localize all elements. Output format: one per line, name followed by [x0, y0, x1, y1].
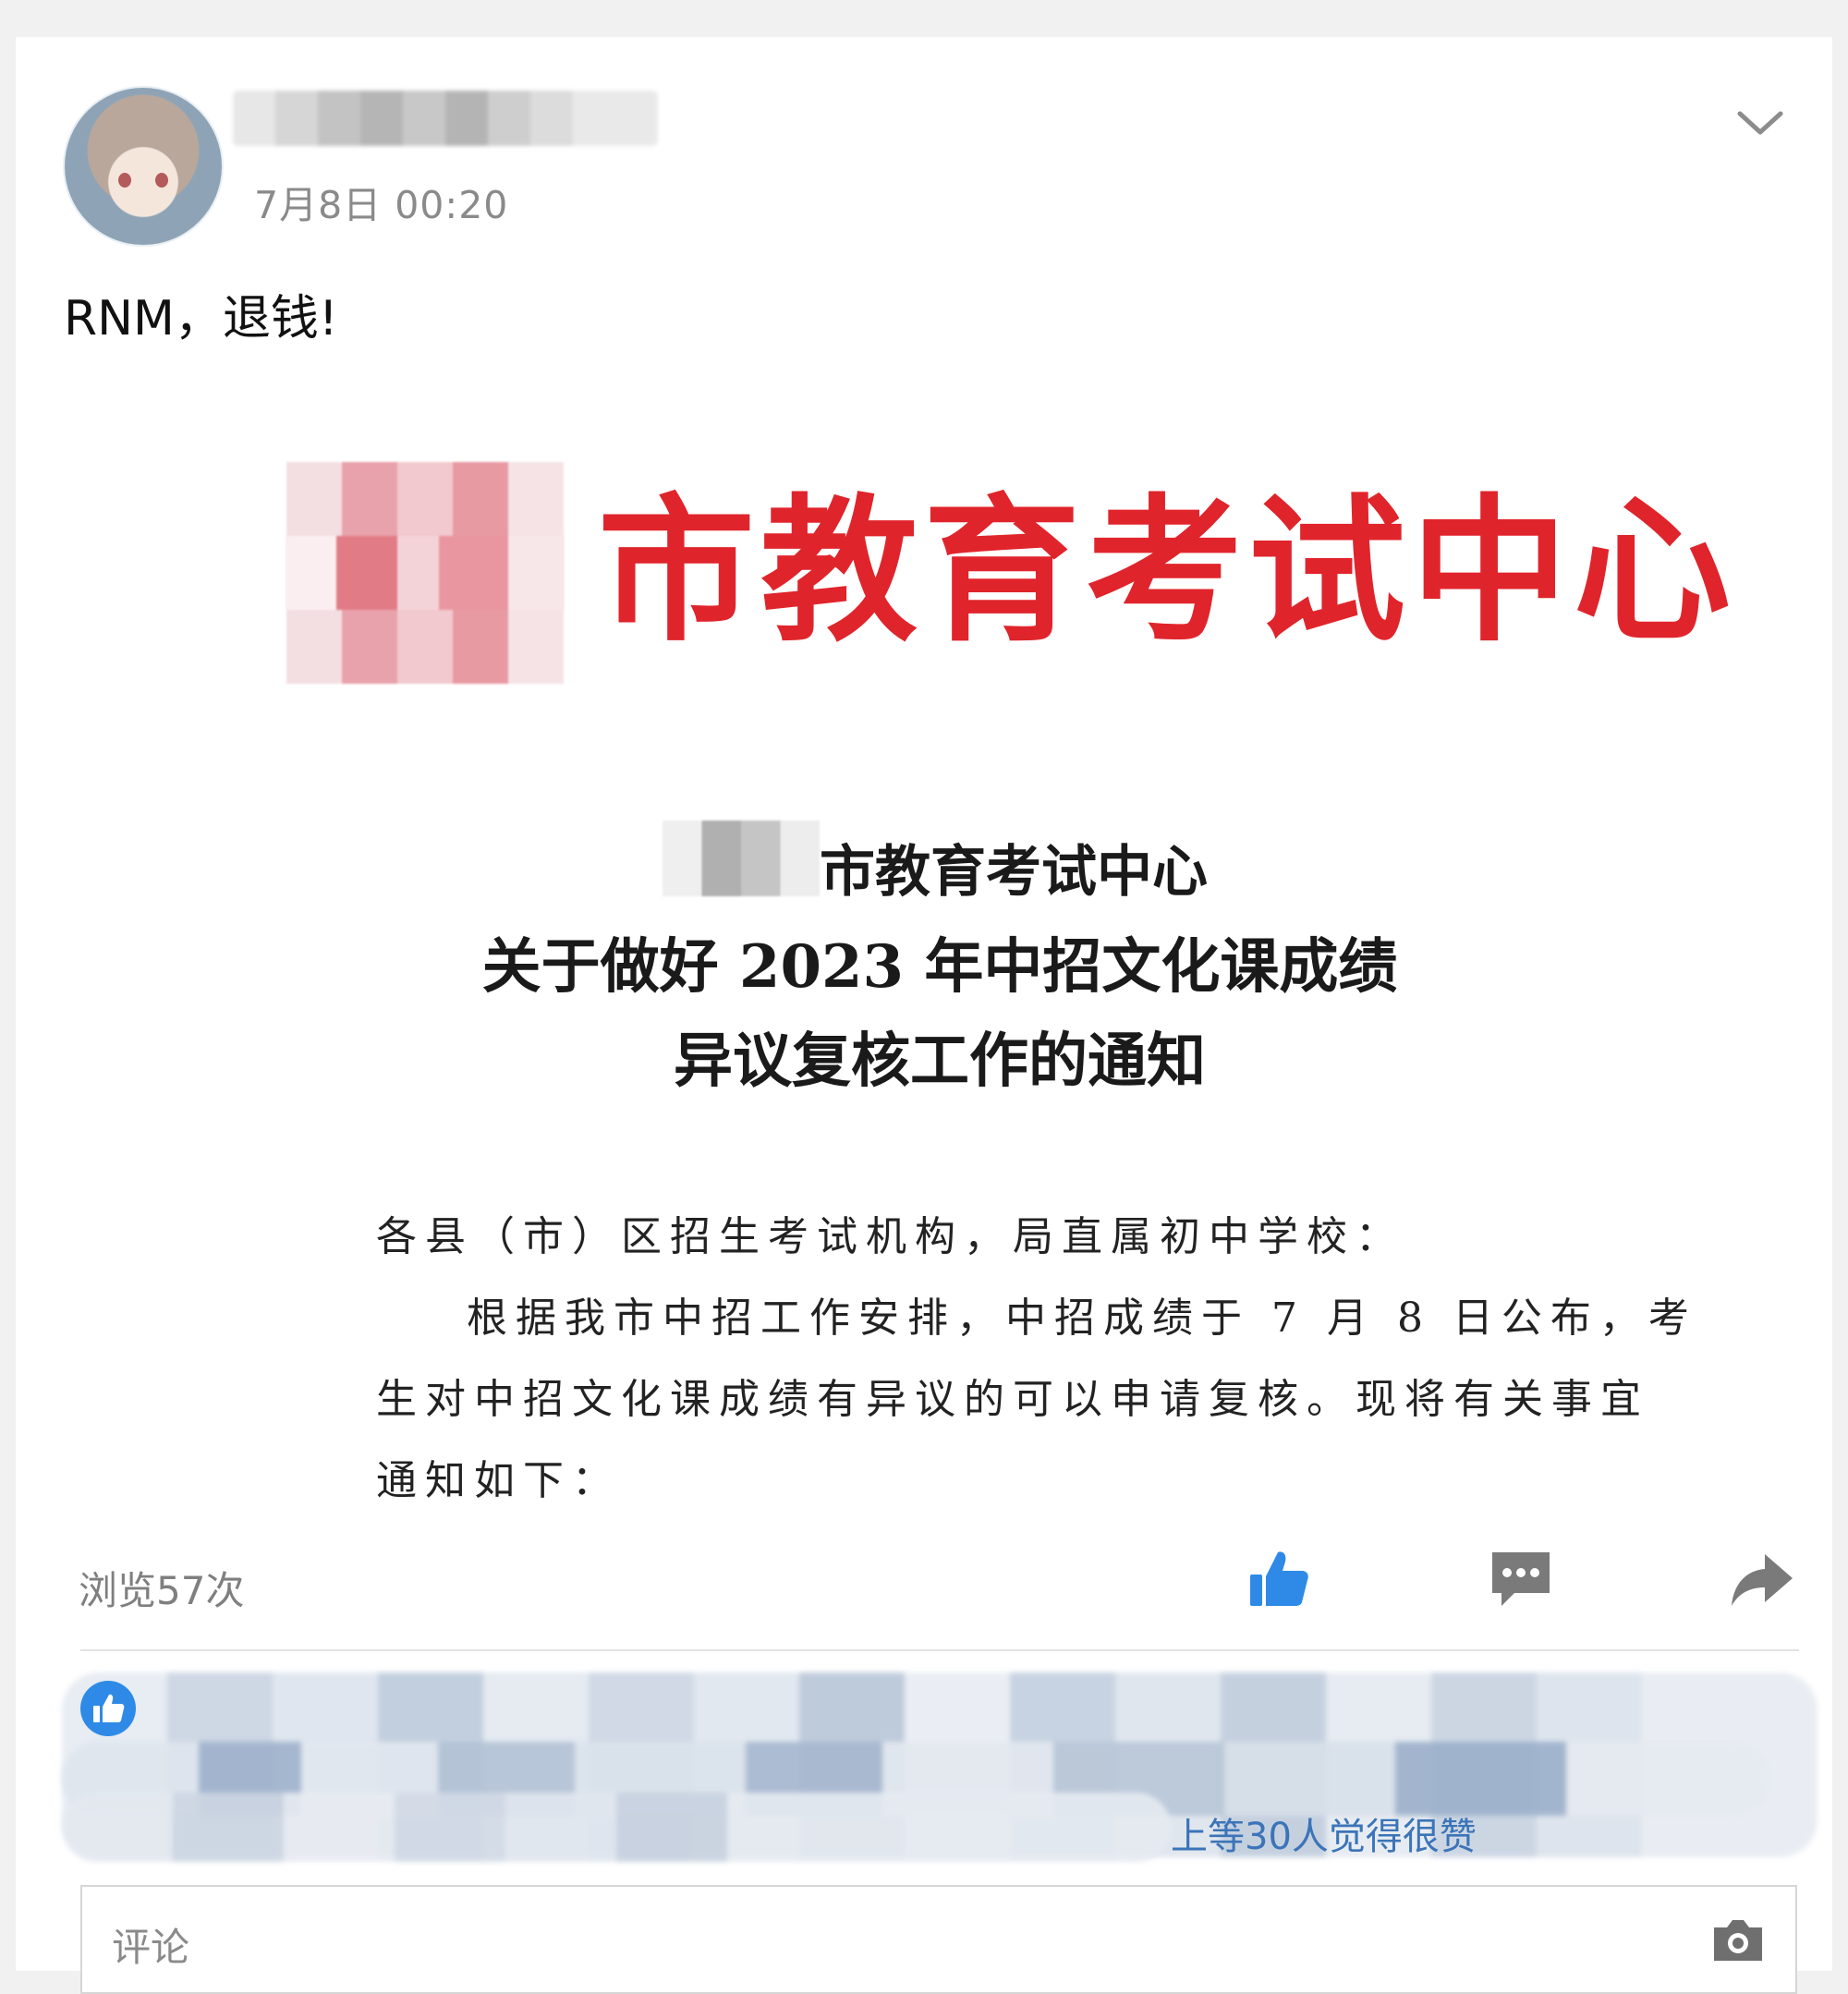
redacted-city-name-small — [663, 821, 820, 896]
liked-by-names-redacted — [62, 1793, 1171, 1862]
thumbs-up-badge-icon — [80, 1681, 136, 1736]
post-timestamp: 7月8日 00:20 — [254, 183, 509, 227]
document-body-line: 根据我市中招工作安排，中招成绩于 7 月 8 日公布，考 — [467, 1295, 1697, 1342]
username-redacted[interactable] — [233, 91, 658, 146]
post-text: RNM，退钱! — [64, 291, 338, 347]
document-header: 市教育考试中心 — [598, 479, 1737, 663]
view-count: 浏览57次 — [79, 1568, 245, 1613]
comment-placeholder: 评论 — [112, 1925, 190, 1970]
likes-summary[interactable]: 上等30人觉得很赞 — [1171, 1806, 1477, 1860]
document-body-line: 生对中招文化课成绩有异议的可以申请复核。现将有关事宜 — [376, 1376, 1649, 1423]
redacted-city-name — [286, 536, 564, 610]
avatar-eye — [118, 173, 131, 188]
camera-icon[interactable] — [1708, 1913, 1768, 1968]
comment-input[interactable]: 评论 — [80, 1885, 1797, 1994]
divider — [80, 1649, 1799, 1651]
document-title-line3: 异议复核工作的通知 — [674, 1027, 1206, 1096]
share-icon[interactable] — [1728, 1545, 1796, 1613]
document-title-line1: 市教育考试中心 — [820, 840, 1208, 905]
thumbs-up-icon[interactable] — [1245, 1545, 1313, 1613]
chevron-down-icon[interactable] — [1732, 100, 1788, 146]
comment-icon[interactable] — [1487, 1545, 1555, 1613]
post-card: 7月8日 00:20 RNM，退钱! 市教育考试中心 市教育考试中心 关于做好 … — [16, 37, 1832, 1994]
document-title-line2: 关于做好 2023 年中招文化课成绩 — [481, 932, 1398, 1002]
document-body-line: 各县（市）区招生考试机构，局直属初中学校： — [376, 1213, 1404, 1260]
avatar-eye — [155, 173, 168, 188]
document-body-line: 通知如下： — [376, 1457, 621, 1504]
avatar[interactable] — [65, 88, 222, 245]
